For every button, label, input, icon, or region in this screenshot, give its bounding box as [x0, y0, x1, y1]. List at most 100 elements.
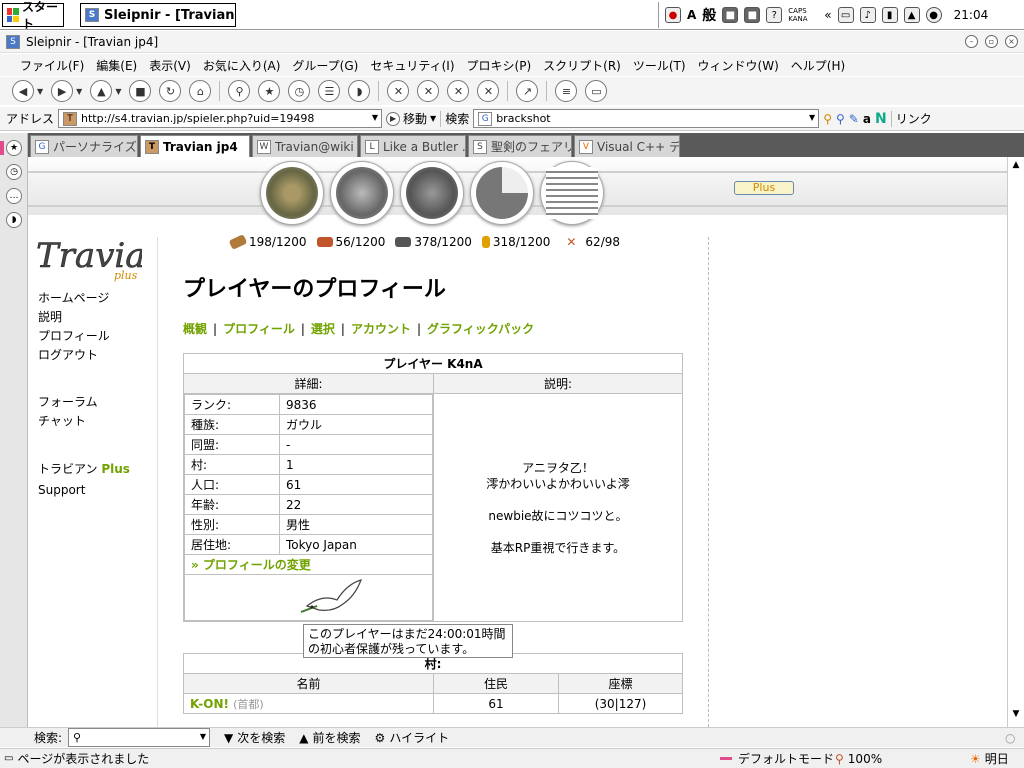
- plus-button[interactable]: Plus: [734, 181, 794, 195]
- tab-seiken-fairy[interactable]: S 聖剣のフェアリー...: [468, 135, 572, 157]
- nav-profile[interactable]: プロフィール: [38, 327, 130, 346]
- page-scrollbar[interactable]: ▲ ▼: [1007, 157, 1024, 727]
- weather-indicator[interactable]: ☀ 明日: [970, 750, 1009, 767]
- user-icon[interactable]: ●: [925, 7, 942, 23]
- reload-icon[interactable]: ↻: [159, 80, 182, 102]
- stop-icon[interactable]: ■: [129, 80, 152, 102]
- restore-icon[interactable]: ▫: [985, 35, 998, 48]
- search-dropdown-icon[interactable]: ▼: [809, 113, 815, 122]
- amazon-icon[interactable]: a: [863, 112, 871, 126]
- links-button[interactable]: リンク: [896, 110, 932, 127]
- travian-logo[interactable]: Travian plus: [34, 233, 168, 283]
- go-dropdown-icon[interactable]: ▼: [430, 114, 436, 123]
- close-all-icon[interactable]: ✕: [417, 80, 440, 102]
- external-link-icon[interactable]: ↗: [516, 80, 539, 102]
- home-icon[interactable]: ⌂: [189, 80, 212, 102]
- subnav-select[interactable]: 選択: [311, 320, 335, 337]
- search-engine-input[interactable]: G brackshot ▼: [473, 109, 820, 128]
- menu-group[interactable]: グループ(G): [286, 57, 364, 74]
- village-coords[interactable]: (30|127): [558, 693, 683, 714]
- back-dropdown-icon[interactable]: ▼: [37, 87, 43, 96]
- up-dropdown-icon[interactable]: ▼: [115, 87, 121, 96]
- dove-icon[interactable]: [297, 576, 367, 616]
- subnav-graphic-pack[interactable]: グラフィックパック: [427, 320, 534, 337]
- tab-like-a-butler[interactable]: L Like a Butler ...: [360, 135, 466, 157]
- nav-chat[interactable]: チャット: [38, 412, 130, 431]
- signal-icon[interactable]: ▲: [903, 7, 920, 23]
- mode-indicator[interactable]: デフォルトモード: [720, 750, 834, 767]
- magnifier-icon[interactable]: ⚲: [823, 112, 832, 126]
- menu-script[interactable]: スクリプト(R): [537, 57, 627, 74]
- rss-panel-icon[interactable]: ◗: [6, 212, 22, 228]
- ime-kana-icon[interactable]: 般: [702, 5, 716, 25]
- menu-tools[interactable]: ツール(T): [627, 57, 692, 74]
- close-tab-icon[interactable]: ✕: [387, 80, 410, 102]
- find-next-button[interactable]: ▼ 次を検索: [224, 729, 285, 746]
- network-icon[interactable]: ▮: [881, 7, 898, 23]
- subnav-profile[interactable]: プロフィール: [223, 320, 295, 337]
- help-icon[interactable]: ?: [766, 7, 783, 23]
- up-icon[interactable]: ▲: [90, 80, 113, 102]
- forward-icon[interactable]: ▶: [51, 80, 74, 102]
- favorites-panel-icon[interactable]: ★: [6, 140, 22, 156]
- list-icon[interactable]: ≡: [555, 80, 578, 102]
- change-profile-link[interactable]: » プロフィールの変更: [184, 554, 433, 575]
- subnav-account[interactable]: アカウント: [351, 320, 411, 337]
- menu-window[interactable]: ウィンドウ(W): [692, 57, 785, 74]
- history-panel-icon[interactable]: ◷: [6, 164, 22, 180]
- menu-file[interactable]: ファイル(F): [14, 57, 90, 74]
- close-others-icon[interactable]: ✕: [447, 80, 470, 102]
- map-icon[interactable]: [400, 161, 464, 225]
- zoom-indicator[interactable]: ⚲ 100%: [835, 752, 882, 766]
- tab-list-icon[interactable]: ☰: [318, 80, 341, 102]
- search-icon[interactable]: ⚲: [228, 80, 251, 102]
- rss-icon[interactable]: ◗: [348, 80, 371, 102]
- statistics-icon[interactable]: [470, 161, 534, 225]
- nav-help[interactable]: 説明: [38, 308, 130, 327]
- start-button[interactable]: スタート: [2, 0, 64, 31]
- minimize-icon[interactable]: –: [965, 35, 978, 48]
- monitor-icon[interactable]: ▭: [837, 7, 854, 23]
- menu-favorites[interactable]: お気に入り(A): [197, 57, 287, 74]
- menu-proxy[interactable]: プロキシ(P): [461, 57, 538, 74]
- memo-panel-icon[interactable]: …: [6, 188, 22, 204]
- tab-travian[interactable]: T Travian jp4: [140, 135, 250, 157]
- nav-forum[interactable]: フォーラム: [38, 393, 130, 412]
- shield-icon[interactable]: ■: [722, 7, 739, 23]
- go-button[interactable]: ▶ 移動 ▼: [386, 110, 436, 127]
- close-left-icon[interactable]: ✕: [477, 80, 500, 102]
- volume-icon[interactable]: ♪: [859, 7, 876, 23]
- find-close-icon[interactable]: ○: [1005, 731, 1015, 745]
- history-icon[interactable]: ◷: [288, 80, 311, 102]
- tab-personalized[interactable]: G パーソナライズド...: [30, 135, 138, 157]
- nav-home[interactable]: ホームページ: [38, 289, 130, 308]
- nav-travian-plus[interactable]: トラビアン Plus: [38, 460, 130, 479]
- nav-support[interactable]: Support: [38, 481, 130, 500]
- menu-view[interactable]: 表示(V): [143, 57, 197, 74]
- forward-dropdown-icon[interactable]: ▼: [76, 87, 82, 96]
- highlighter-icon[interactable]: ✎: [849, 112, 859, 126]
- favorites-star-icon[interactable]: ★: [258, 80, 281, 102]
- n-icon[interactable]: N: [875, 111, 887, 127]
- menu-security[interactable]: セキュリティ(I): [364, 57, 460, 74]
- cube-icon[interactable]: ■: [744, 7, 761, 23]
- tab-visual-cpp[interactable]: V Visual C++ デ...: [574, 135, 680, 157]
- village-name-link[interactable]: K-ON!: [190, 697, 229, 711]
- page-search-icon[interactable]: ⚲: [836, 112, 845, 126]
- subnav-overview[interactable]: 概観: [183, 320, 207, 337]
- find-prev-button[interactable]: ▲ 前を検索: [299, 729, 360, 746]
- back-icon[interactable]: ◀: [12, 80, 34, 102]
- nav-logout[interactable]: ログアウト: [38, 346, 130, 365]
- close-icon[interactable]: ×: [1005, 35, 1018, 48]
- ime-a-icon[interactable]: A: [687, 8, 696, 22]
- reports-icon[interactable]: [540, 161, 604, 225]
- menu-help[interactable]: ヘルプ(H): [785, 57, 851, 74]
- taskbar-window-button[interactable]: S Sleipnir - [Travian ...: [80, 3, 236, 27]
- tab-travian-wiki[interactable]: W Travian@wiki - ...: [252, 135, 358, 157]
- window-icon[interactable]: ▭: [585, 80, 608, 102]
- menu-edit[interactable]: 編集(E): [90, 57, 143, 74]
- find-dropdown-icon[interactable]: ▼: [200, 732, 206, 741]
- scroll-up-icon[interactable]: ▲: [1010, 159, 1022, 171]
- tray-expand-icon[interactable]: «: [824, 8, 831, 22]
- url-input[interactable]: T http://s4.travian.jp/spieler.php?uid=1…: [58, 109, 383, 128]
